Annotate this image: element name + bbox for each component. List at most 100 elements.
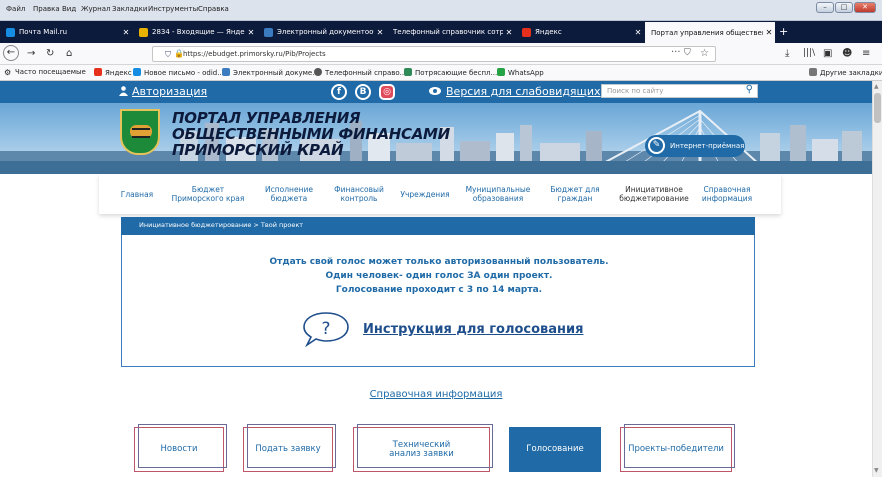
page-scrollbar[interactable]: ▲ ▼ bbox=[872, 81, 882, 477]
reference-info-link[interactable]: Справочная информация bbox=[0, 389, 872, 400]
tab-mail[interactable]: Почта Mail.ru ✕ bbox=[0, 21, 132, 43]
maximize-icon[interactable]: □ bbox=[835, 2, 853, 13]
home-icon[interactable]: ⌂ bbox=[66, 47, 72, 60]
bookmark-yandex[interactable]: Яндекс bbox=[94, 68, 132, 77]
nav-budget[interactable]: Бюджет Приморского края bbox=[167, 174, 249, 214]
low-vision-link[interactable]: Версия для слабовидящих bbox=[446, 85, 601, 98]
winning-projects-button[interactable]: Проекты-победители bbox=[620, 424, 735, 472]
new-tab-icon[interactable]: + bbox=[779, 25, 788, 38]
main-navigation: Главная Бюджет Приморского края Исполнен… bbox=[99, 174, 781, 214]
browser-window: Файл Правка Вид Журнал Закладки Инструме… bbox=[0, 0, 882, 477]
nav-control[interactable]: Финансовый контроль bbox=[327, 174, 391, 214]
shield-icon[interactable]: ⛉ bbox=[165, 50, 171, 60]
minimize-icon[interactable]: – bbox=[816, 2, 834, 13]
library-icon[interactable]: |||\ bbox=[803, 47, 815, 60]
nav-municipal[interactable]: Муниципальные образования bbox=[461, 174, 535, 214]
close-tab-icon[interactable]: ✕ bbox=[632, 28, 644, 37]
menu-history[interactable]: Журнал bbox=[81, 5, 110, 13]
url-text: https://ebudget.primorsky.ru/Pib/Project… bbox=[183, 50, 326, 58]
menu-edit[interactable]: Правка bbox=[33, 5, 60, 13]
close-tab-icon[interactable]: ✕ bbox=[374, 28, 386, 37]
tab-strip: Почта Mail.ru ✕ 2834 - Входящие — Яндекс… bbox=[0, 21, 882, 43]
menu-bookmarks[interactable]: Закладки bbox=[112, 5, 147, 13]
close-tab-icon[interactable]: ✕ bbox=[120, 28, 132, 37]
search-input[interactable]: Поиск по сайту bbox=[607, 87, 663, 95]
bookmark-free[interactable]: Потрясающие беспл... bbox=[404, 68, 497, 77]
close-tab-icon[interactable]: ✕ bbox=[763, 28, 775, 37]
close-tab-icon[interactable]: ✕ bbox=[245, 28, 257, 37]
hamburger-menu-icon[interactable]: ≡ bbox=[862, 47, 870, 60]
mail-icon bbox=[6, 27, 15, 37]
submit-application-button[interactable]: Подать заявку bbox=[243, 424, 336, 472]
portal-title-line: ОБЩЕСТВЕННЫМИ ФИНАНСАМИ bbox=[172, 125, 450, 143]
primorsky-emblem bbox=[120, 109, 160, 155]
account-icon[interactable]: ☻ bbox=[842, 47, 852, 60]
tab-edo[interactable]: Электронный документооборот ✕ bbox=[258, 21, 386, 43]
nav-initiative[interactable]: Инициативное бюджетирование bbox=[613, 174, 695, 214]
voting-info-box: Отдать свой голос может только авторизов… bbox=[121, 235, 755, 367]
page-actions-icon[interactable]: ··· bbox=[671, 47, 681, 58]
search-icon[interactable]: ⚲ bbox=[746, 84, 753, 95]
tab-portal-active[interactable]: Портал управления общественными финансам… bbox=[645, 22, 775, 43]
menu-help[interactable]: Справка bbox=[198, 5, 229, 13]
downloads-icon[interactable]: ⤓ bbox=[785, 47, 789, 60]
bookmark-label: WhatsApp bbox=[508, 69, 544, 77]
bookmark-new-letter[interactable]: Новое письмо - odid... bbox=[133, 68, 224, 77]
news-button[interactable]: Новости bbox=[134, 424, 227, 472]
breadcrumb: Инициативное бюджетирование > Твой проек… bbox=[121, 217, 755, 235]
back-icon[interactable]: ← bbox=[3, 45, 19, 61]
address-bar[interactable]: ⛉ 🔒 https://ebudget.primorsky.ru/Pib/Pro… bbox=[152, 46, 716, 62]
pocket-icon[interactable]: ⛉ bbox=[684, 48, 691, 58]
nav-home[interactable]: Главная bbox=[115, 174, 159, 214]
portal-title-line: ПРИМОРСКИЙ КРАЙ bbox=[172, 141, 344, 159]
close-tab-icon[interactable]: ✕ bbox=[503, 28, 515, 37]
tiger-icon bbox=[130, 125, 152, 138]
vote-rule-line: Отдать свой голос может только авторизов… bbox=[269, 257, 609, 267]
tab-label: Почта Mail.ru bbox=[19, 28, 68, 36]
login-link[interactable]: Авторизация bbox=[119, 85, 207, 98]
menu-tools[interactable]: Инструменты bbox=[148, 5, 198, 13]
instagram-icon[interactable]: ◎ bbox=[379, 84, 395, 100]
reload-icon[interactable]: ↻ bbox=[46, 47, 54, 60]
bookmark-whatsapp[interactable]: WhatsApp bbox=[497, 68, 544, 77]
bookmark-label: Телефонный справо... bbox=[325, 69, 407, 77]
whatsapp-icon bbox=[497, 68, 505, 76]
scroll-down-icon[interactable]: ▼ bbox=[874, 467, 879, 474]
nav-citizens[interactable]: Бюджет для граждан bbox=[543, 174, 607, 214]
vk-icon[interactable]: В bbox=[355, 84, 371, 100]
scroll-up-icon[interactable]: ▲ bbox=[874, 83, 879, 90]
close-window-icon[interactable]: ✕ bbox=[854, 2, 876, 13]
sidebar-icon[interactable]: ▣ bbox=[823, 47, 832, 60]
site-search[interactable]: Поиск по сайту ⚲ bbox=[601, 84, 758, 98]
bookmark-edo[interactable]: Электронный докуме... bbox=[222, 68, 319, 77]
tab-yandex-mail[interactable]: 2834 - Входящие — Яндекс.Почта ✕ bbox=[133, 21, 257, 43]
tab-yandex[interactable]: Яндекс ✕ bbox=[516, 21, 644, 43]
nav-execution[interactable]: Исполнение бюджета bbox=[257, 174, 321, 214]
internet-reception-button[interactable]: ✎ Интернет-приёмная bbox=[645, 135, 745, 157]
voting-instruction-link[interactable]: Инструкция для голосования bbox=[363, 322, 583, 337]
menu-bar: Файл Правка Вид Журнал Закладки Инструме… bbox=[0, 0, 882, 21]
bookmark-star-icon[interactable]: ☆ bbox=[700, 48, 709, 59]
bookmark-phonebook[interactable]: Телефонный справо... bbox=[314, 68, 406, 77]
bookmark-most-visited[interactable]: ⚙ Часто посещаемые bbox=[4, 68, 86, 77]
other-bookmarks[interactable]: Другие закладки bbox=[809, 68, 882, 77]
forward-icon[interactable]: → bbox=[27, 47, 35, 60]
technical-analysis-button[interactable]: Технический анализ заявки bbox=[353, 424, 493, 472]
portal-title: ПОРТАЛ УПРАВЛЕНИЯ ОБЩЕСТВЕННЫМИ ФИНАНСАМ… bbox=[172, 110, 450, 158]
voting-button[interactable]: Голосование bbox=[509, 427, 601, 472]
menu-view[interactable]: Вид bbox=[62, 5, 76, 13]
nav-reference[interactable]: Справочная информация bbox=[699, 174, 755, 214]
pencil-icon: ✎ bbox=[648, 137, 665, 154]
tab-phonebook[interactable]: Телефонный справочник сотрудников ✕ bbox=[387, 21, 515, 43]
portal-title-line: ПОРТАЛ УПРАВЛЕНИЯ bbox=[172, 109, 361, 127]
facebook-icon[interactable]: f bbox=[331, 84, 347, 100]
eye-icon bbox=[429, 87, 441, 95]
breadcrumb-text[interactable]: Инициативное бюджетирование > Твой проек… bbox=[139, 221, 303, 229]
nav-institutions[interactable]: Учреждения bbox=[395, 174, 455, 214]
scroll-thumb[interactable] bbox=[874, 93, 881, 123]
vote-rule-line: Голосование проходит с 3 по 14 марта. bbox=[335, 285, 543, 295]
bookmark-label: Новое письмо - odid... bbox=[144, 69, 224, 77]
tab-label: Портал управления общественными финансам… bbox=[651, 28, 763, 37]
navigation-toolbar: ← → ↻ ⌂ ⛉ 🔒 https://ebudget.primorsky.ru… bbox=[0, 43, 882, 65]
menu-file[interactable]: Файл bbox=[6, 5, 25, 13]
